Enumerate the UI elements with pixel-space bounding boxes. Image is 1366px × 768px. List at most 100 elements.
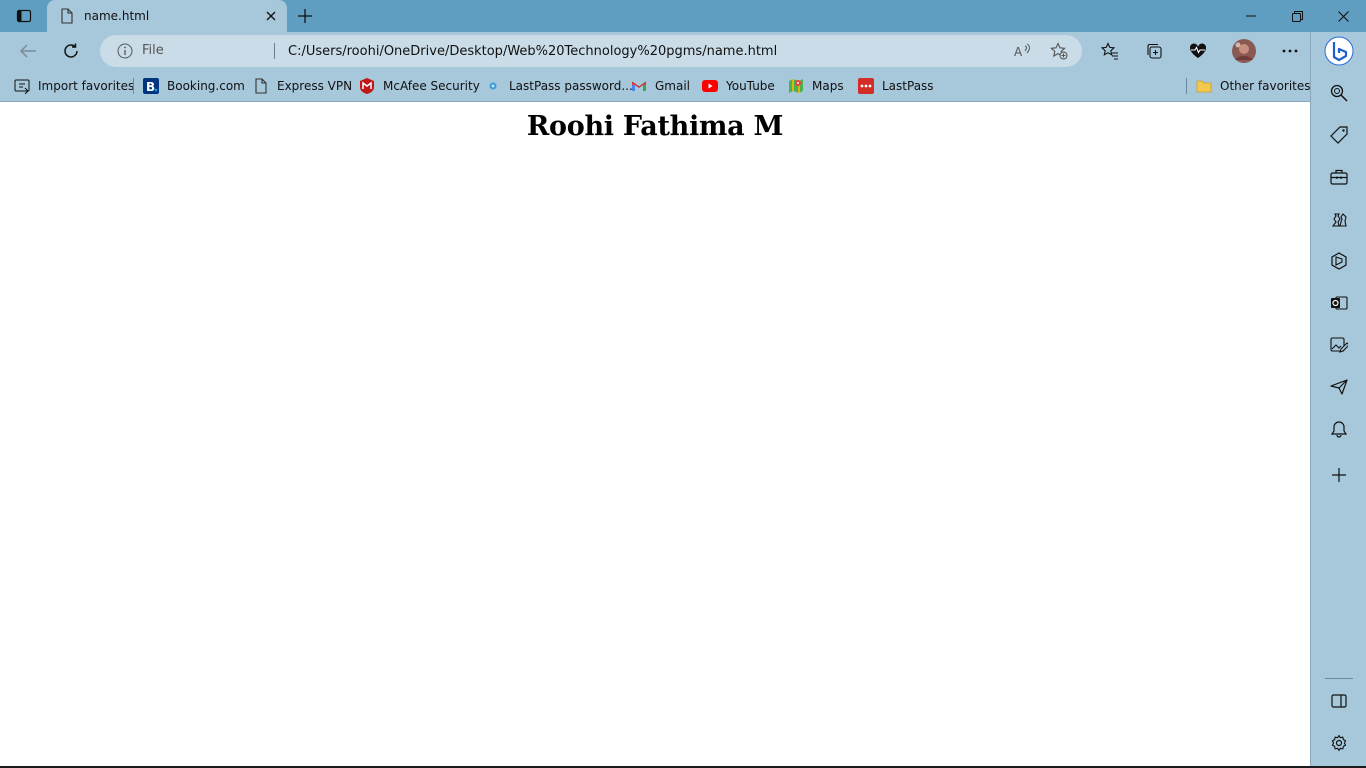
edge-sidebar bbox=[1310, 32, 1366, 766]
plus-icon bbox=[1332, 468, 1346, 482]
sidebar-games-button[interactable] bbox=[1323, 203, 1355, 235]
page-heading: Roohi Fathima M bbox=[526, 111, 784, 142]
sidebar-shopping-button[interactable] bbox=[1323, 119, 1355, 151]
minimize-icon bbox=[1246, 11, 1256, 21]
booking-icon: B bbox=[143, 78, 159, 94]
url-input[interactable] bbox=[288, 35, 1048, 67]
tab-active[interactable]: name.html bbox=[47, 0, 287, 32]
import-icon bbox=[14, 78, 30, 94]
collections-icon bbox=[1145, 42, 1163, 60]
panel-icon bbox=[1331, 694, 1347, 708]
sidebar-outlook-button[interactable] bbox=[1323, 287, 1355, 319]
favorites-star-icon bbox=[1101, 42, 1119, 60]
svg-text:B: B bbox=[146, 80, 155, 94]
profile-button[interactable] bbox=[1229, 36, 1259, 66]
tag-icon bbox=[1330, 126, 1348, 144]
collections-button[interactable] bbox=[1139, 36, 1169, 66]
add-favorite-icon[interactable] bbox=[1050, 42, 1068, 60]
minimize-button[interactable] bbox=[1228, 0, 1274, 32]
new-tab-button[interactable] bbox=[293, 4, 317, 28]
read-aloud-icon[interactable]: A bbox=[1014, 42, 1032, 60]
other-favorites-folder[interactable]: Other favorites bbox=[1196, 74, 1311, 98]
document-icon bbox=[253, 78, 269, 94]
favorite-label: LastPass bbox=[882, 79, 934, 93]
address-bar[interactable]: File A bbox=[100, 35, 1082, 67]
plus-icon bbox=[298, 9, 312, 23]
favorite-label: Gmail bbox=[655, 79, 691, 93]
search-icon bbox=[1330, 84, 1348, 102]
sidebar-search-button[interactable] bbox=[1323, 77, 1355, 109]
avatar bbox=[1232, 39, 1256, 63]
youtube-icon bbox=[702, 78, 718, 94]
chess-icon bbox=[1330, 210, 1348, 228]
bell-icon bbox=[1330, 420, 1348, 438]
info-icon[interactable] bbox=[117, 43, 133, 59]
favorite-label: LastPass password... bbox=[509, 79, 633, 93]
bing-icon bbox=[1324, 36, 1354, 66]
tab-strip: name.html bbox=[0, 0, 1366, 32]
restore-button[interactable] bbox=[1274, 0, 1320, 32]
site-info-label[interactable]: File bbox=[142, 43, 164, 58]
sidebar-divider bbox=[1325, 678, 1353, 679]
toolbox-icon bbox=[1330, 169, 1348, 185]
favorite-youtube[interactable]: YouTube bbox=[702, 74, 775, 98]
sidebar-drop-button[interactable] bbox=[1323, 371, 1355, 403]
refresh-button[interactable] bbox=[56, 37, 86, 65]
settings-and-more-button[interactable] bbox=[1275, 36, 1305, 66]
sidebar-tools-button[interactable] bbox=[1323, 161, 1355, 193]
navigation-toolbar: File A bbox=[0, 32, 1310, 70]
image-edit-icon bbox=[1330, 336, 1348, 354]
document-icon bbox=[59, 8, 75, 24]
close-icon bbox=[1337, 10, 1349, 22]
health-extension-button[interactable] bbox=[1183, 36, 1213, 66]
close-window-button[interactable] bbox=[1320, 0, 1366, 32]
folder-icon bbox=[1196, 78, 1212, 94]
more-dots-icon bbox=[1282, 49, 1298, 53]
favorites-divider bbox=[1186, 78, 1187, 94]
address-divider bbox=[274, 43, 275, 59]
favorite-label: Maps bbox=[812, 79, 844, 93]
mcafee-icon bbox=[359, 78, 375, 94]
favorite-lastpass[interactable]: LastPass bbox=[858, 74, 934, 98]
tab-actions-icon bbox=[16, 8, 32, 24]
gear-icon bbox=[1330, 734, 1348, 752]
sidebar-designer-button[interactable] bbox=[1323, 329, 1355, 361]
favorite-mcafee[interactable]: McAfee Security bbox=[359, 74, 480, 98]
heart-pulse-icon bbox=[1189, 43, 1207, 59]
favorite-lastpass-password[interactable]: LastPass password... bbox=[485, 74, 633, 98]
favorite-booking[interactable]: B Booking.com bbox=[143, 74, 245, 98]
lastpass-icon bbox=[858, 78, 874, 94]
sidebar-notifications-button[interactable] bbox=[1323, 413, 1355, 445]
hide-sidebar-button[interactable] bbox=[1323, 685, 1355, 717]
favorite-label: YouTube bbox=[726, 79, 775, 93]
favorites-bar: Import favorites B Booking.com Express V… bbox=[0, 70, 1311, 102]
page-content: Roohi Fathima M bbox=[0, 103, 1310, 766]
back-button[interactable] bbox=[13, 37, 43, 65]
sidebar-settings-button[interactable] bbox=[1323, 727, 1355, 759]
lastpass-dot-icon bbox=[485, 78, 501, 94]
sidebar-add-button[interactable] bbox=[1323, 459, 1355, 491]
favorite-label: McAfee Security bbox=[383, 79, 480, 93]
favorite-label: Booking.com bbox=[167, 79, 245, 93]
restore-icon bbox=[1291, 10, 1303, 22]
sidebar-office-button[interactable] bbox=[1323, 245, 1355, 277]
favorite-label: Import favorites bbox=[38, 79, 135, 93]
favorites-divider bbox=[133, 78, 134, 94]
favorites-button[interactable] bbox=[1095, 36, 1125, 66]
other-favorites-label: Other favorites bbox=[1220, 79, 1311, 93]
svg-text:A: A bbox=[1014, 45, 1023, 59]
tab-actions-button[interactable] bbox=[8, 4, 40, 28]
outlook-icon bbox=[1330, 294, 1348, 312]
tab-close-icon[interactable] bbox=[263, 8, 279, 24]
favorite-express-vpn[interactable]: Express VPN bbox=[253, 74, 352, 98]
office-icon bbox=[1330, 252, 1348, 270]
refresh-icon bbox=[62, 42, 80, 60]
favorite-maps[interactable]: Maps bbox=[788, 74, 844, 98]
favorite-gmail[interactable]: Gmail bbox=[631, 74, 690, 98]
send-icon bbox=[1330, 379, 1348, 395]
favorite-import-favorites[interactable]: Import favorites bbox=[14, 74, 134, 98]
tab-title: name.html bbox=[84, 9, 150, 23]
bing-chat-button[interactable] bbox=[1323, 35, 1355, 67]
favorite-label: Express VPN bbox=[277, 79, 353, 93]
back-arrow-icon bbox=[19, 43, 37, 59]
